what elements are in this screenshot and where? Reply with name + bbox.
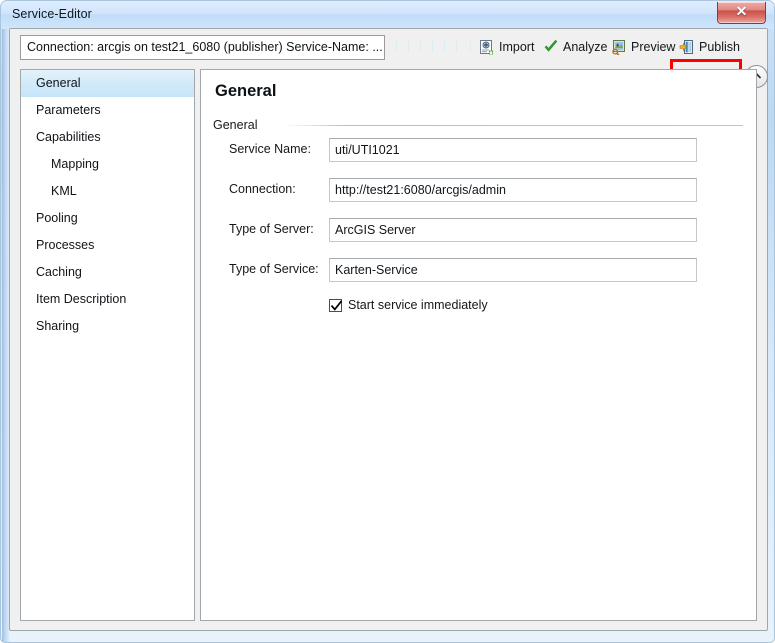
window-left-border	[2, 21, 9, 642]
analyze-label: Analyze	[563, 40, 608, 54]
preview-button[interactable]: Preview	[608, 35, 678, 59]
sidebar-item-sharing[interactable]: Sharing	[21, 313, 194, 340]
sidebar-item-label: Mapping	[51, 157, 99, 171]
import-label: Import	[499, 40, 535, 54]
checkmark-icon	[544, 39, 558, 52]
sidebar-item-label: KML	[51, 184, 77, 198]
group-label: General	[213, 118, 258, 132]
toolbar: Connection: arcgis on test21_6080 (publi…	[10, 29, 768, 88]
service-name-row: Service Name: uti/UTI1021	[201, 138, 756, 164]
publish-icon	[679, 40, 693, 54]
general-settings-panel: General General Service Name: uti/UTI102…	[200, 69, 757, 621]
preview-label: Preview	[631, 40, 676, 54]
sidebar-item-label: Caching	[36, 265, 82, 279]
sidebar-item-label: General	[36, 76, 81, 90]
start-service-checkbox-row[interactable]: Start service immediately	[329, 296, 488, 314]
service-editor-window: Service-Editor ✕ Connection: arcgis on t…	[0, 0, 775, 643]
sidebar-item-kml[interactable]: KML	[21, 178, 194, 205]
sidebar-item-pooling[interactable]: Pooling	[21, 205, 194, 232]
type-of-service-input[interactable]: Karten-Service	[329, 258, 697, 282]
sidebar-item-mapping[interactable]: Mapping	[21, 151, 194, 178]
sidebar-item-label: Item Description	[36, 292, 127, 306]
start-service-checkbox[interactable]	[329, 298, 343, 312]
type-of-service-label: Type of Service:	[229, 262, 319, 276]
type-of-server-row: Type of Server: ArcGIS Server	[201, 218, 756, 244]
type-of-server-input[interactable]: ArcGIS Server	[329, 218, 697, 242]
sidebar-item-label: Pooling	[36, 211, 78, 225]
checkmark-icon	[330, 299, 343, 311]
sidebar-item-parameters[interactable]: Parameters	[21, 97, 194, 124]
title-bar[interactable]: Service-Editor ✕	[1, 1, 774, 29]
connection-label: Connection:	[229, 182, 296, 196]
start-service-label: Start service immediately	[348, 298, 488, 312]
sidebar-item-label: Parameters	[36, 103, 101, 117]
sidebar-item-item-description[interactable]: Item Description	[21, 286, 194, 313]
analyze-button[interactable]: Analyze	[540, 35, 610, 59]
service-name-label: Service Name:	[229, 142, 311, 156]
sidebar-item-label: Sharing	[36, 319, 80, 333]
settings-sidebar: General Parameters Capabilities Mapping …	[20, 69, 195, 621]
group-separator	[283, 125, 743, 126]
import-icon	[480, 40, 493, 55]
publish-label: Publish	[699, 40, 740, 54]
close-icon: ✕	[735, 5, 748, 20]
type-of-server-label: Type of Server:	[229, 222, 314, 236]
sidebar-item-label: Processes	[36, 238, 95, 252]
sidebar-item-caching[interactable]: Caching	[21, 259, 194, 286]
import-button[interactable]: Import	[476, 35, 537, 59]
sidebar-item-general[interactable]: General	[21, 70, 194, 97]
connection-input[interactable]: http://test21:6080/arcgis/admin	[329, 178, 697, 202]
service-name-input[interactable]: uti/UTI1021	[329, 138, 697, 162]
type-of-service-row: Type of Service: Karten-Service	[201, 258, 756, 284]
close-button[interactable]: ✕	[717, 2, 766, 24]
preview-icon	[612, 40, 625, 55]
publish-button[interactable]: Publish	[676, 35, 743, 59]
sidebar-item-label: Capabilities	[36, 130, 101, 144]
connection-text: Connection: arcgis on test21_6080 (publi…	[27, 40, 383, 54]
page-title: General	[215, 82, 277, 100]
connection-row: Connection: http://test21:6080/arcgis/ad…	[201, 178, 756, 204]
sidebar-item-capabilities[interactable]: Capabilities	[21, 124, 194, 151]
connection-field[interactable]: Connection: arcgis on test21_6080 (publi…	[20, 35, 385, 60]
client-area: Connection: arcgis on test21_6080 (publi…	[9, 28, 768, 631]
sidebar-item-processes[interactable]: Processes	[21, 232, 194, 259]
window-title: Service-Editor	[12, 7, 92, 21]
